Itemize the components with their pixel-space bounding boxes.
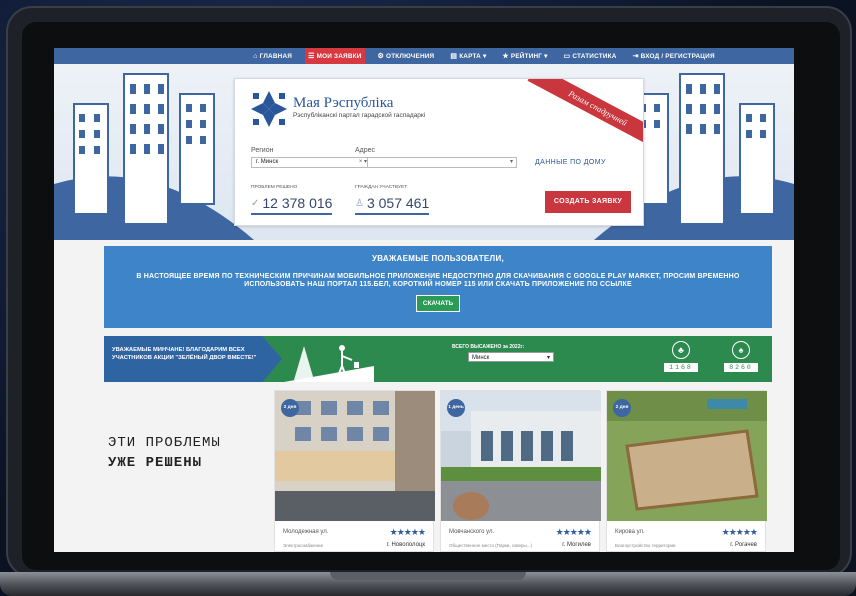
citizens-value: 3 057 461 (366, 195, 430, 211)
town-name: г. Могилев (562, 542, 591, 548)
nav-statistics[interactable]: ▭ СТАТИСТИКА (561, 48, 620, 64)
shrubs-counter-badge: ♠ 8260 (724, 341, 758, 379)
citizens-label: ГРАЖДАН УЧАСТВУЕТ (355, 185, 408, 190)
house-data-link[interactable]: ДАННЫЕ ПО ДОМУ (535, 159, 606, 166)
solved-section-title: ЭТИ ПРОБЛЕМЫ УЖЕ РЕШЕНЫ (108, 434, 221, 473)
problem-photo (275, 391, 435, 521)
check-icon: ✓ (251, 197, 260, 209)
shrub-icon: ♠ (732, 341, 750, 359)
tree-planting-illustration (284, 345, 374, 382)
town-name: г. Новополоцк (386, 542, 425, 548)
solved-problem-card[interactable]: 2 дня Молодежная ул. Электроснабжение ★★… (274, 390, 435, 552)
nav-label: КАРТА ▾ (459, 53, 487, 60)
problem-category: Общественное место (Парки, скверы...) (449, 543, 532, 548)
solved-title-line2: УЖЕ РЕШЕНЫ (108, 454, 203, 471)
tree-icon: ♣ (672, 341, 690, 359)
brand-title: Мая Рэспубліка (293, 95, 394, 111)
city-value: Минск (472, 355, 490, 361)
notice-body: В НАСТОЯЩЕЕ ВРЕМЯ ПО ТЕХНИЧЕСКИМ ПРИЧИНА… (136, 273, 740, 289)
outage-icon: ⚙ (377, 53, 385, 60)
slogan-ribbon: Разам спадручней (527, 79, 643, 152)
problem-photo (607, 391, 767, 521)
days-badge: 1 день (447, 399, 465, 417)
nav-label: РЕЙТИНГ ▾ (510, 53, 548, 60)
solved-counter: ✓ 12 378 016 (251, 195, 333, 215)
address-dropdown-arrow[interactable]: ▾ (510, 158, 513, 167)
solved-label: ПРОБЛЕМ РЕШЕНО (251, 185, 298, 190)
laptop-notch (330, 572, 526, 580)
city-select[interactable]: Минск ▾ (468, 352, 554, 362)
days-badge: 2 дня (613, 399, 631, 417)
shrubs-count: 8260 (724, 363, 758, 372)
campaign-text: УВАЖАЕМЫЕ МИНЧАНЕ! БЛАГОДАРИМ ВСЕХ УЧАСТ… (112, 347, 257, 361)
solved-problem-card[interactable]: 2 дня Кирова ул. Благоустройство террито… (606, 390, 767, 552)
rating-stars: ★★★★★ (721, 527, 758, 537)
nav-label: ОТКЛЮЧЕНИЯ (386, 52, 435, 60)
search-card: Мая Рэспубліка Рэспубліканскі партал гар… (234, 78, 644, 226)
nav-outages[interactable]: ⚙ ОТКЛЮЧЕНИЯ (375, 48, 438, 64)
nav-my-requests[interactable]: ☰ МОИ ЗАЯВКИ (305, 48, 365, 64)
trees-count: 1168 (664, 363, 698, 372)
solved-value: 12 378 016 (262, 195, 333, 211)
list-icon: ☰ (308, 53, 315, 60)
nav-map[interactable]: ▤ КАРТА ▾ (447, 48, 489, 64)
logo-icon (251, 91, 287, 127)
citizens-counter: ♙ 3 057 461 (355, 195, 430, 215)
nav-home[interactable]: ⌂ ГЛАВНАЯ (250, 48, 295, 64)
notice-banner: УВАЖАЕМЫЕ ПОЛЬЗОВАТЕЛИ, В НАСТОЯЩЕЕ ВРЕМ… (104, 246, 772, 328)
town-name: г. Рогачев (730, 542, 757, 548)
browser-screen: ⌂ ГЛАВНАЯ ☰ МОИ ЗАЯВКИ ⚙ ОТКЛЮЧЕНИЯ ▤ КАРТА … (54, 48, 794, 552)
problem-category: Благоустройство территории (615, 543, 676, 548)
street-name: Молодежная ул. (283, 529, 329, 535)
city-illustration-left (54, 73, 254, 240)
map-icon: ▤ (450, 53, 458, 60)
total-planted-label: ВСЕГО ВЫСАЖЕНО за 2022г: (452, 344, 525, 350)
nav-label: СТАТИСТИКА (572, 52, 617, 60)
rating-stars: ★★★★★ (555, 527, 592, 537)
green-yard-campaign-banner[interactable]: УВАЖАЕМЫЕ МИНЧАНЕ! БЛАГОДАРИМ ВСЕХ УЧАСТ… (104, 336, 772, 382)
region-select-controls[interactable]: × ▾ (359, 158, 367, 167)
street-name: Мовчанского ул. (449, 529, 495, 535)
nav-label: ГЛАВНАЯ (259, 52, 293, 60)
nav-rating[interactable]: ★ РЕЙТИНГ ▾ (499, 48, 550, 64)
login-icon: ⇥ (632, 53, 639, 60)
hero-banner: Мая Рэспубліка Рэспубліканскі партал гар… (54, 64, 794, 240)
chart-icon: ▭ (563, 53, 571, 60)
download-button[interactable]: СКАЧАТЬ (415, 294, 461, 312)
solved-problem-card[interactable]: 1 день Мовчанского ул. Общественное мест… (440, 390, 601, 552)
region-label: Регион (251, 147, 274, 154)
region-value: г. Минск (256, 159, 279, 165)
nav-label: ВХОД / РЕГИСТРАЦИЯ (640, 52, 715, 60)
create-request-button[interactable]: СОЗДАТЬ ЗАЯВКУ (545, 191, 631, 213)
nav-login[interactable]: ⇥ ВХОД / РЕГИСТРАЦИЯ (630, 48, 718, 64)
home-icon: ⌂ (253, 52, 258, 60)
brand-subtitle: Рэспубліканскі партал гарадской гаспадар… (293, 112, 426, 119)
trees-counter-badge: ♣ 1168 (664, 341, 698, 379)
rating-stars: ★★★★★ (389, 527, 426, 537)
star-icon: ★ (502, 53, 509, 60)
region-select[interactable]: г. Минск × ▾ (251, 157, 371, 168)
street-name: Кирова ул. (615, 529, 645, 535)
problem-photo (441, 391, 601, 521)
days-badge: 2 дня (281, 399, 299, 417)
people-icon: ♙ (355, 197, 364, 209)
solved-title-line1: ЭТИ ПРОБЛЕМЫ (108, 435, 221, 451)
problem-category: Электроснабжение (283, 543, 324, 548)
notice-title: УВАЖАЕМЫЕ ПОЛЬЗОВАТЕЛИ, (371, 254, 505, 263)
address-input[interactable]: ▾ (367, 157, 517, 168)
top-navigation: ⌂ ГЛАВНАЯ ☰ МОИ ЗАЯВКИ ⚙ ОТКЛЮЧЕНИЯ ▤ КАРТА … (54, 48, 794, 64)
chevron-down-icon: ▾ (546, 355, 550, 361)
address-label: Адрес (355, 147, 376, 154)
nav-label: МОИ ЗАЯВКИ (316, 52, 362, 60)
